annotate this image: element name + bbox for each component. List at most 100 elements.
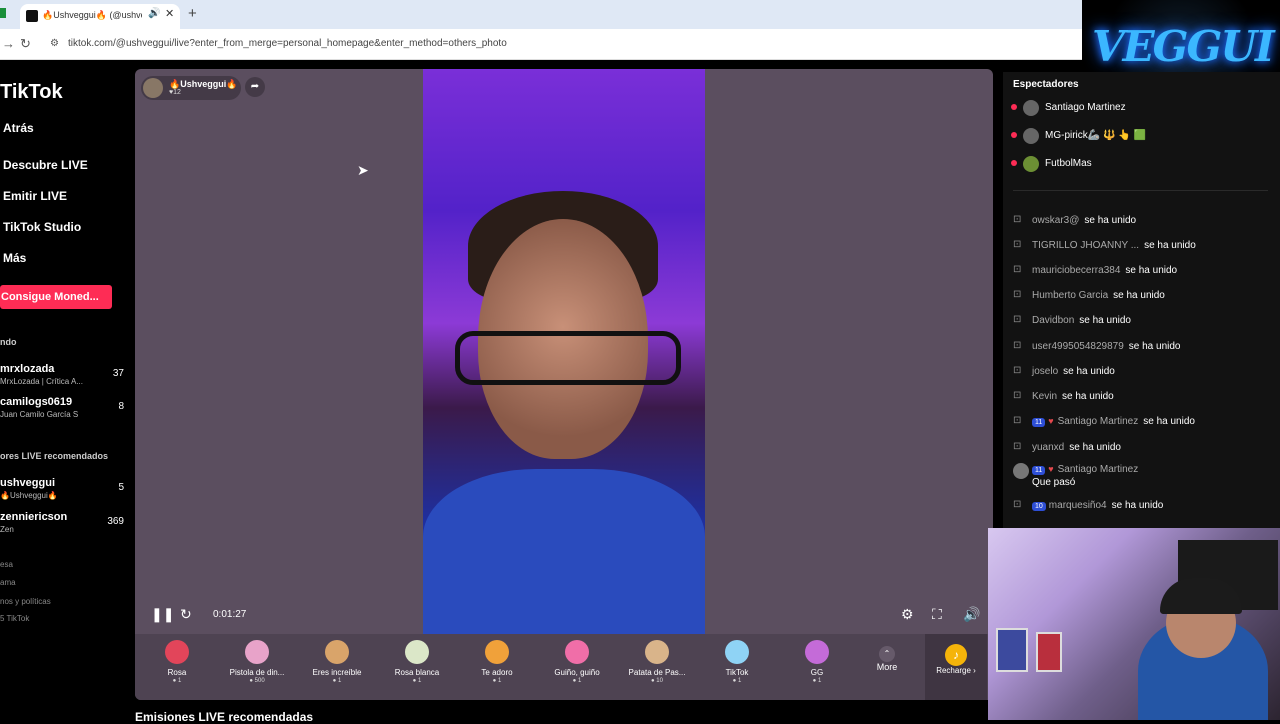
footer-link[interactable]: nos y políticas xyxy=(0,597,51,606)
site-settings-icon[interactable]: ⚙ xyxy=(50,38,59,49)
gift-price: ● 1 xyxy=(572,678,582,684)
nav-discover-live[interactable]: Descubre LIVE xyxy=(3,158,88,172)
rank-icon xyxy=(1011,160,1017,166)
nav-tiktok-studio[interactable]: TikTok Studio xyxy=(3,220,81,234)
tab-title: 🔥Ushveggui🔥 (@ushveg xyxy=(42,10,142,20)
join-message: ⊡ joselo se ha unido xyxy=(1013,365,1278,381)
settings-icon[interactable]: ⚙ xyxy=(901,606,914,623)
replay-icon[interactable]: ↻ xyxy=(180,606,192,623)
gift-price: ● 1 xyxy=(172,678,182,684)
following-account[interactable]: mrxlozada MrxLozada | Crítica A... 37 xyxy=(0,363,128,391)
top-viewer[interactable]: FutbolMas xyxy=(1011,155,1271,173)
gift-price: ● 1 xyxy=(332,678,342,684)
username[interactable]: owskar3@ xyxy=(1032,215,1079,226)
gift-name: Rosa xyxy=(167,668,187,677)
join-text: se ha unido xyxy=(1062,391,1114,402)
gift-item[interactable]: Te adoro ● 1 xyxy=(462,640,532,696)
elapsed-time: 0:01:27 xyxy=(213,609,247,620)
username[interactable]: Santiago Martinez xyxy=(1058,464,1139,475)
recommended-account[interactable]: zenniericson Zen 369 xyxy=(0,511,128,539)
username[interactable]: user4995054829879 xyxy=(1032,341,1124,352)
level-badge: 11 xyxy=(1032,418,1046,427)
gift-item[interactable]: Rosa ● 1 xyxy=(142,640,212,696)
username[interactable]: mauriciobecerra384 xyxy=(1032,265,1120,276)
account-name: camilogs0619 xyxy=(0,396,73,408)
gift-item[interactable]: Patata de Pas... ● 10 xyxy=(622,640,692,696)
webcam-frame xyxy=(996,628,1028,672)
join-message: ⊡ 11 ♥ Santiago Martinez se ha unido xyxy=(1013,415,1278,431)
join-icon: ⊡ xyxy=(1013,340,1022,351)
gift-icon xyxy=(165,640,189,664)
more-gifts-button[interactable]: ⌃ More xyxy=(866,634,908,700)
top-viewer[interactable]: Santiago Martinez xyxy=(1011,99,1271,117)
gift-icon xyxy=(565,640,589,664)
pause-icon[interactable]: ❚❚ xyxy=(151,606,174,623)
join-message: ⊡ Humberto Garcia se ha unido xyxy=(1013,289,1278,305)
reload-icon[interactable]: ↻ xyxy=(20,36,31,52)
username[interactable]: yuanxd xyxy=(1032,442,1064,453)
join-icon: ⊡ xyxy=(1013,390,1022,401)
username[interactable]: joselo xyxy=(1032,366,1058,377)
tiktok-logo[interactable]: TikTok xyxy=(0,81,63,104)
gift-item[interactable]: GG ● 1 xyxy=(782,640,852,696)
browser-tab[interactable]: 🔥Ushveggui🔥 (@ushveg 🔊 ✕ xyxy=(20,4,180,29)
recommended-section-label: ores LIVE recomendados xyxy=(0,451,109,461)
account-subtitle: Juan Camilo García S xyxy=(0,410,79,419)
url-text[interactable]: tiktok.com/@ushveggui/live?enter_from_me… xyxy=(68,38,507,49)
avatar xyxy=(1023,156,1039,172)
streamer-badge[interactable]: 🔥Ushveggui🔥 ♥12 xyxy=(141,76,241,100)
overlay-logo-text: VEGGUI xyxy=(1092,22,1275,71)
join-text: se ha unido xyxy=(1069,442,1121,453)
viewers-heading: Espectadores xyxy=(1013,79,1079,90)
new-tab-button[interactable]: + xyxy=(188,5,197,22)
top-viewer[interactable]: MG-pirick🦾 🔱 👆 🟩 xyxy=(1011,127,1271,145)
recommended-account[interactable]: ushveggui 🔥Ushveggui🔥 5 xyxy=(0,477,128,505)
username[interactable]: Santiago Martinez xyxy=(1058,416,1139,427)
gift-item[interactable]: Pistola de din... ● 500 xyxy=(222,640,292,696)
viewer-name: MG-pirick🦾 🔱 👆 🟩 xyxy=(1045,130,1146,141)
speaker-icon[interactable]: 🔊 xyxy=(148,8,160,19)
gift-price-value: 1 xyxy=(417,678,422,684)
volume-icon[interactable]: 🔊 xyxy=(963,606,980,623)
gift-price-value: 1 xyxy=(737,678,742,684)
video-frame xyxy=(423,469,705,634)
avatar xyxy=(1013,463,1029,479)
nav-go-live[interactable]: Emitir LIVE xyxy=(3,189,67,203)
recharge-button[interactable]: ♪ Recharge › xyxy=(925,634,987,700)
gift-icon xyxy=(245,640,269,664)
nav-back[interactable]: Atrás xyxy=(3,121,34,135)
username[interactable]: Kevin xyxy=(1032,391,1057,402)
username[interactable]: Humberto Garcia xyxy=(1032,290,1108,301)
footer-link[interactable]: esa xyxy=(0,560,13,569)
username[interactable]: Davidbon xyxy=(1032,315,1074,326)
heart-icon: ♥ xyxy=(1048,464,1054,474)
gift-item[interactable]: Rosa blanca ● 1 xyxy=(382,640,452,696)
fullscreen-icon[interactable]: ⛶ xyxy=(932,606,942,623)
gift-bar: Rosa ● 1 Pistola de din... ● 500 Eres increí… xyxy=(135,634,993,700)
heart-icon: ♥ xyxy=(1048,416,1054,426)
chevron-up-icon: ⌃ xyxy=(879,646,895,662)
viewer-count: 37 xyxy=(112,368,124,379)
footer-link[interactable]: ama xyxy=(0,578,16,587)
username[interactable]: marquesiño4 xyxy=(1049,500,1107,511)
following-account[interactable]: camilogs0619 Juan Camilo García S 8 xyxy=(0,396,128,424)
live-video[interactable] xyxy=(423,69,705,634)
more-label: More xyxy=(876,662,898,672)
join-text: se ha unido xyxy=(1128,341,1181,352)
forward-icon[interactable]: → xyxy=(2,36,15,51)
gift-item[interactable]: Eres increíble ● 1 xyxy=(302,640,372,696)
join-icon: ⊡ xyxy=(1013,264,1022,275)
video-frame xyxy=(455,331,681,385)
gift-price-value: 500 xyxy=(254,678,265,684)
gift-price-value: 1 xyxy=(817,678,822,684)
gift-item[interactable]: TikTok ● 1 xyxy=(702,640,772,696)
close-tab-icon[interactable]: ✕ xyxy=(165,7,174,20)
coin-icon: ♪ xyxy=(945,644,967,666)
get-coins-button[interactable]: Consigue Moned... xyxy=(0,285,112,309)
chat-comment: 11 ♥ Santiago Martinez Que pasó xyxy=(1013,463,1278,493)
gift-item[interactable]: Guiño, guiño ● 1 xyxy=(542,640,612,696)
level-badge: 11 xyxy=(1032,466,1046,475)
username[interactable]: TIGRILLO JHOANNY ... xyxy=(1032,240,1139,251)
nav-more[interactable]: Más xyxy=(3,251,26,265)
share-icon[interactable]: ➦ xyxy=(245,77,265,97)
